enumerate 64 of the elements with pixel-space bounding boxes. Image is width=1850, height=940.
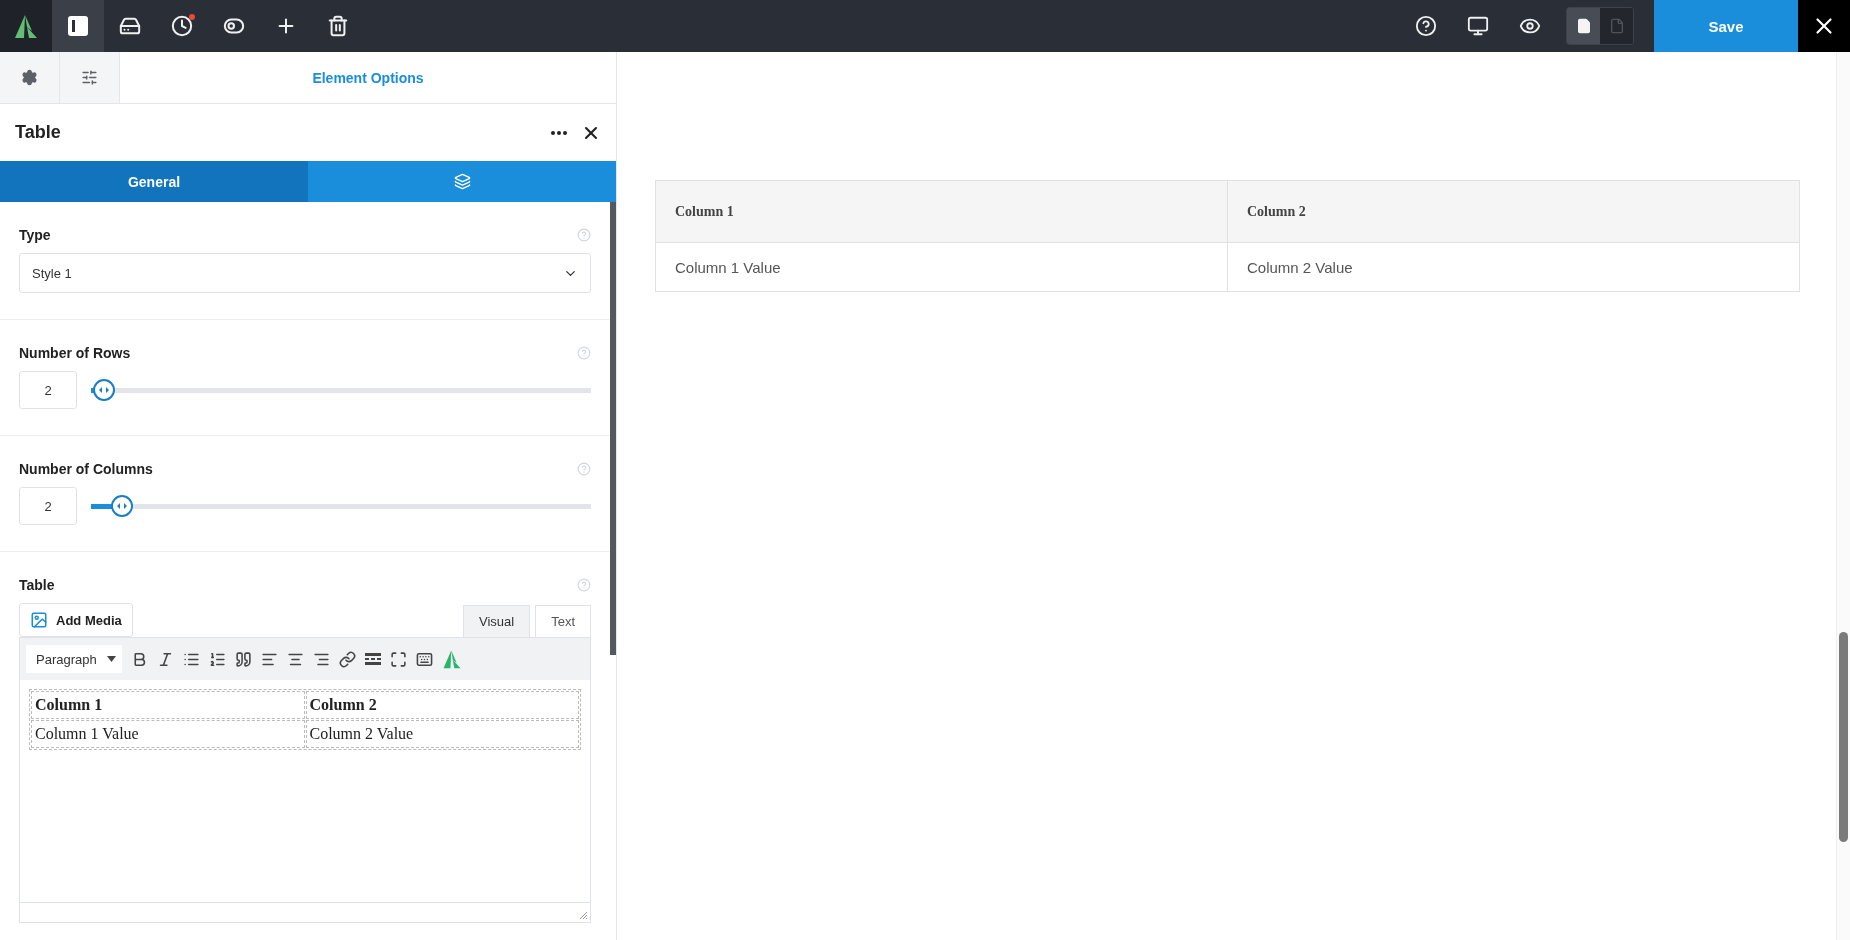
numbered-list-button[interactable] [208,650,226,668]
caret-icon [106,656,116,662]
keyboard-icon [415,650,433,668]
table-cell: Column 2 Value [1227,242,1800,292]
read-more-button[interactable] [364,653,381,665]
help-icon [1415,15,1437,37]
read-more-icon [364,653,381,665]
sidebar-button[interactable] [52,0,104,52]
image-icon [30,611,48,629]
sidebar-icon [67,15,89,37]
scrollbar-thumb[interactable] [610,202,616,655]
clock-icon [171,15,193,37]
logo-icon [441,649,462,669]
table-header: Column 1 [31,691,305,719]
field-label: Number of Rows [19,345,131,361]
table-header: Column 2 [305,691,579,719]
monitor-icon [1467,15,1489,37]
trash-icon [327,15,349,37]
gear-icon [21,69,38,86]
view-toggle[interactable] [1600,8,1633,44]
field-label: Type [19,227,51,243]
layers-icon [453,173,471,190]
save-button[interactable]: Save [1654,0,1798,52]
general-tab[interactable]: General [0,161,308,202]
fullscreen-icon [389,650,407,668]
drawer-icon [119,15,141,37]
format-dropdown[interactable]: Paragraph [26,645,122,673]
more-button[interactable] [551,130,567,135]
table-header: Column 1 [655,180,1228,243]
scrollbar-thumb[interactable] [1839,632,1848,842]
table-cell: Column 1 Value [31,720,305,748]
document-icon [1608,18,1625,34]
logo-icon [13,13,39,39]
sliders-tab[interactable] [60,52,120,103]
table-cell: Column 2 Value [305,720,579,748]
link-button[interactable] [338,650,356,668]
number-input[interactable]: 2 [19,371,77,409]
link-icon [338,650,356,668]
settings-tab[interactable] [0,52,60,103]
panel-title: Table [15,122,62,143]
field-label: Table [19,577,55,593]
editor-mode-tab[interactable]: Text [535,605,591,637]
close-button[interactable] [1798,0,1850,52]
keyboard-button[interactable] [415,650,433,668]
add-media-button[interactable]: Add Media [19,603,133,637]
fullscreen-button[interactable] [389,650,407,668]
quote-button[interactable] [234,650,252,668]
resize-grip-icon[interactable] [579,911,588,920]
numbered-list-icon [208,650,226,668]
type-select[interactable]: Style 1 [19,253,591,293]
view-toggle[interactable] [1567,8,1600,44]
text-editor[interactable]: Paragraph Column 1 Column 2 Column 1 Value Column 2 Value [19,637,591,923]
slider-handle[interactable] [110,494,133,517]
number-input[interactable]: 2 [19,487,77,525]
select-value: Style 1 [32,265,72,281]
table-header: Column 2 [1227,180,1800,243]
table-cell: Column 1 Value [655,242,1228,292]
editor-mode-tab[interactable]: Visual [462,605,531,637]
quote-icon [234,650,252,668]
field-label: Number of Columns [19,461,153,477]
more-icon [551,130,567,135]
sliders-icon [81,69,98,86]
slider-handle[interactable] [93,378,115,401]
document-icon [1575,18,1592,34]
